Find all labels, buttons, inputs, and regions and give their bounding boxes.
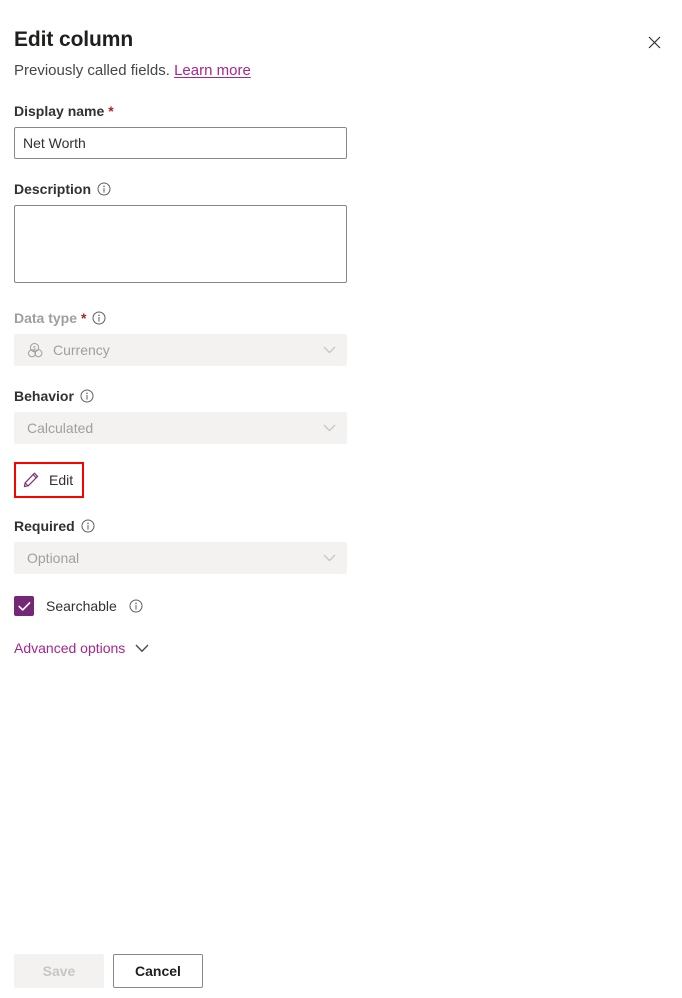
data-type-dropdown[interactable]: $ Currency bbox=[14, 334, 347, 366]
searchable-checkbox[interactable] bbox=[14, 596, 34, 616]
display-name-label: Display name bbox=[14, 102, 104, 120]
behavior-label-row: Behavior bbox=[14, 387, 666, 405]
chevron-down-icon bbox=[323, 554, 336, 562]
data-type-label: Data type bbox=[14, 309, 77, 327]
close-icon bbox=[648, 36, 661, 52]
info-icon[interactable] bbox=[129, 599, 143, 613]
edit-button-label: Edit bbox=[49, 472, 73, 488]
behavior-value: Calculated bbox=[27, 420, 93, 436]
edit-button-highlight-wrapper: Edit bbox=[14, 462, 84, 498]
learn-more-link[interactable]: Learn more bbox=[174, 62, 251, 79]
chevron-down-icon bbox=[323, 346, 336, 354]
required-dropdown[interactable]: Optional bbox=[14, 542, 347, 574]
behavior-field: Behavior Calculated bbox=[14, 387, 666, 444]
close-button[interactable] bbox=[638, 28, 670, 60]
searchable-checkbox-row[interactable]: Searchable bbox=[14, 596, 143, 616]
advanced-options-toggle[interactable]: Advanced options bbox=[14, 640, 149, 656]
required-field: Required Optional bbox=[14, 517, 666, 574]
cancel-button[interactable]: Cancel bbox=[113, 954, 203, 988]
searchable-label: Searchable bbox=[46, 598, 117, 614]
advanced-options-label: Advanced options bbox=[14, 640, 125, 656]
panel-subtitle: Previously called fields. Learn more bbox=[14, 61, 666, 81]
required-label: Required bbox=[14, 517, 75, 535]
panel-footer: Save Cancel bbox=[0, 954, 682, 998]
subtitle-text: Previously called fields. bbox=[14, 62, 170, 79]
page-title: Edit column bbox=[14, 26, 666, 54]
required-label-row: Required bbox=[14, 517, 666, 535]
info-icon[interactable] bbox=[80, 389, 94, 403]
data-type-field: Data type * $ bbox=[14, 309, 666, 366]
info-icon[interactable] bbox=[92, 311, 106, 325]
display-name-label-row: Display name * bbox=[14, 102, 666, 120]
description-input[interactable] bbox=[14, 205, 347, 283]
display-name-input[interactable] bbox=[14, 127, 347, 159]
behavior-dropdown[interactable]: Calculated bbox=[14, 412, 347, 444]
panel-header: Edit column Previously called fields. Le… bbox=[0, 0, 682, 81]
description-label: Description bbox=[14, 180, 91, 198]
data-type-value: Currency bbox=[53, 342, 110, 358]
behavior-label: Behavior bbox=[14, 387, 74, 405]
display-name-field: Display name * bbox=[14, 102, 666, 159]
save-button[interactable]: Save bbox=[14, 954, 104, 988]
edit-behavior-button[interactable]: Edit bbox=[14, 462, 84, 498]
info-icon[interactable] bbox=[81, 519, 95, 533]
display-name-required-asterisk: * bbox=[108, 103, 113, 119]
pencil-icon bbox=[22, 471, 40, 489]
chevron-down-icon bbox=[323, 424, 336, 432]
panel-body: Display name * Description bbox=[0, 81, 682, 954]
chevron-down-icon bbox=[135, 644, 149, 653]
info-icon[interactable] bbox=[97, 182, 111, 196]
required-value: Optional bbox=[27, 550, 79, 566]
data-type-label-row: Data type * bbox=[14, 309, 666, 327]
description-field: Description bbox=[14, 180, 666, 288]
coins-icon: $ bbox=[27, 342, 44, 359]
description-label-row: Description bbox=[14, 180, 666, 198]
data-type-required-asterisk: * bbox=[81, 310, 86, 326]
edit-column-panel: Edit column Previously called fields. Le… bbox=[0, 0, 682, 998]
